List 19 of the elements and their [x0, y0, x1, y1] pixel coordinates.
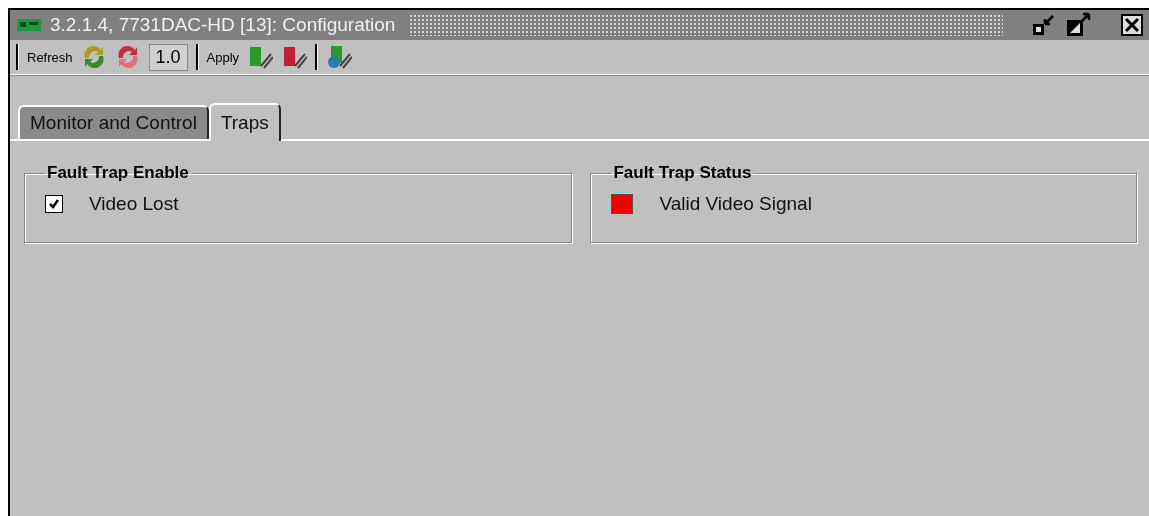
window-title: 3.2.1.4, 7731DAC-HD [13]: Configuration [50, 14, 396, 36]
card-icon [16, 17, 42, 33]
minimize-icon[interactable] [1031, 12, 1057, 38]
refresh-label: Refresh [27, 49, 73, 65]
tab[interactable]: Monitor and Control [18, 105, 209, 139]
card-apply-icon[interactable] [247, 44, 274, 70]
card-globe-icon[interactable] [326, 44, 353, 70]
maximize-icon[interactable] [1065, 12, 1091, 38]
close-icon[interactable] [1121, 14, 1143, 36]
checkbox[interactable] [45, 195, 63, 213]
checkbox-label: Video Lost [89, 193, 179, 215]
apply-label: Apply [206, 49, 240, 65]
status-label: Valid Video Signal [659, 193, 812, 215]
card-apply-icon[interactable] [281, 44, 308, 70]
tab[interactable]: Traps [208, 103, 281, 141]
group-title: Fault Trap Status [612, 163, 753, 183]
group-title: Fault Trap Enable [46, 163, 190, 183]
version-field: 1.0 [148, 43, 188, 71]
check-icon [48, 198, 60, 210]
